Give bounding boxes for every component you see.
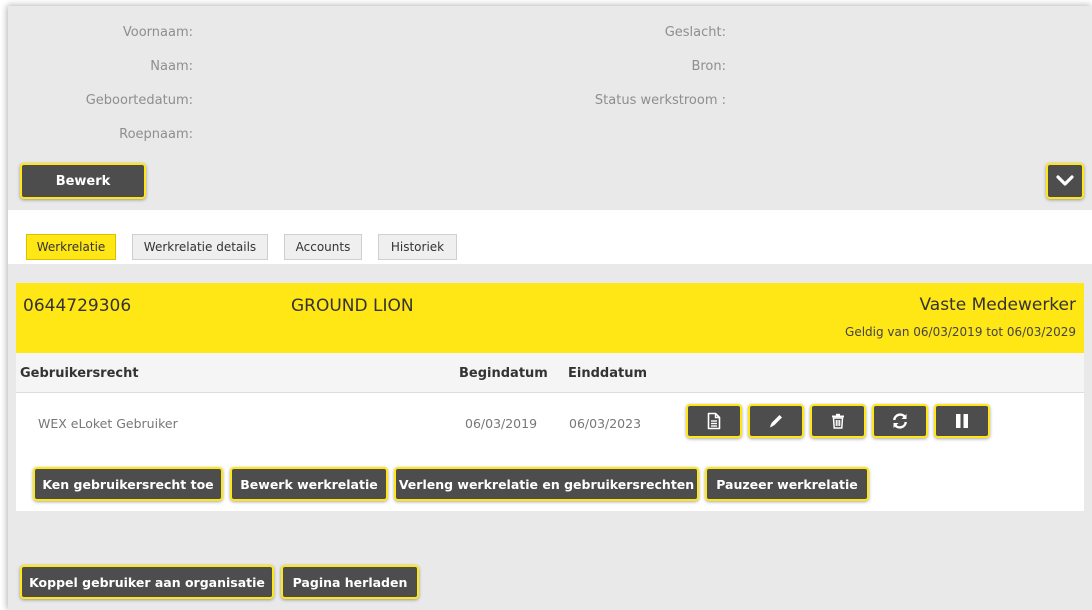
trash-icon — [832, 413, 844, 429]
link-organisation-button[interactable]: Koppel gebruiker aan organisatie — [20, 565, 274, 599]
edit-right-button[interactable] — [748, 404, 804, 438]
pencil-icon — [770, 415, 782, 428]
edit-person-button[interactable]: Bewerk — [20, 163, 146, 199]
extend-relation-button[interactable]: Verleng werkrelatie en gebruikersrechten — [394, 467, 699, 501]
label-roepnaam: Roepnaam: — [119, 127, 193, 142]
app-frame: Voornaam: Naam: Geboortedatum: Roepnaam:… — [8, 6, 1092, 610]
label-voornaam: Voornaam: — [122, 25, 193, 40]
cell-end-date: 06/03/2023 — [569, 416, 642, 431]
renew-right-button[interactable] — [872, 404, 928, 438]
rights-table-header: Gebruikersrecht Begindatum Einddatum — [16, 353, 1084, 393]
delete-right-button[interactable] — [810, 404, 866, 438]
tab-werkrelatie[interactable]: Werkrelatie — [26, 234, 116, 260]
refresh-icon — [893, 413, 907, 429]
person-panel: Voornaam: Naam: Geboortedatum: Roepnaam:… — [8, 6, 1092, 210]
label-bron: Bron: — [691, 59, 726, 74]
expand-toggle-button[interactable] — [1046, 163, 1084, 199]
header-gebruikersrecht: Gebruikersrecht — [20, 366, 139, 381]
edit-relation-button[interactable]: Bewerk werkrelatie — [230, 467, 388, 501]
tab-bar: Werkrelatie Werkrelatie details Accounts… — [8, 210, 1092, 264]
table-row: WEX eLoket Gebruiker 06/03/2019 06/03/20… — [16, 394, 1084, 450]
label-status-werkstroom: Status werkstroom : — [594, 93, 726, 108]
reload-page-button[interactable]: Pagina herladen — [281, 565, 419, 599]
relation-number: 0644729306 — [23, 296, 132, 316]
relation-validity: Geldig van 06/03/2019 tot 06/03/2029 — [845, 325, 1076, 339]
label-geboortedatum: Geboortedatum: — [85, 93, 193, 108]
relation-organisation: GROUND LION — [291, 296, 414, 316]
pause-icon — [956, 414, 968, 428]
label-naam: Naam: — [150, 59, 193, 74]
tab-werkrelatie-details[interactable]: Werkrelatie details — [132, 234, 268, 260]
header-einddatum: Einddatum — [568, 366, 647, 381]
grant-right-button[interactable]: Ken gebruikersrecht toe — [33, 467, 223, 501]
tab-accounts[interactable]: Accounts — [284, 234, 362, 260]
pause-right-button[interactable] — [934, 404, 990, 438]
cell-right: WEX eLoket Gebruiker — [38, 416, 178, 431]
relation-header: 0644729306 GROUND LION Vaste Medewerker … — [16, 283, 1084, 353]
pause-relation-button[interactable]: Pauzeer werkrelatie — [705, 467, 869, 501]
document-icon — [707, 412, 721, 430]
view-document-button[interactable] — [686, 404, 742, 438]
chevron-down-icon — [1056, 175, 1074, 186]
label-geslacht: Geslacht: — [664, 25, 726, 40]
header-begindatum: Begindatum — [459, 366, 548, 381]
cell-start-date: 06/03/2019 — [465, 416, 538, 431]
tab-historiek[interactable]: Historiek — [378, 234, 457, 260]
relation-type: Vaste Medewerker — [919, 295, 1076, 315]
work-relation-card: 0644729306 GROUND LION Vaste Medewerker … — [16, 283, 1084, 511]
